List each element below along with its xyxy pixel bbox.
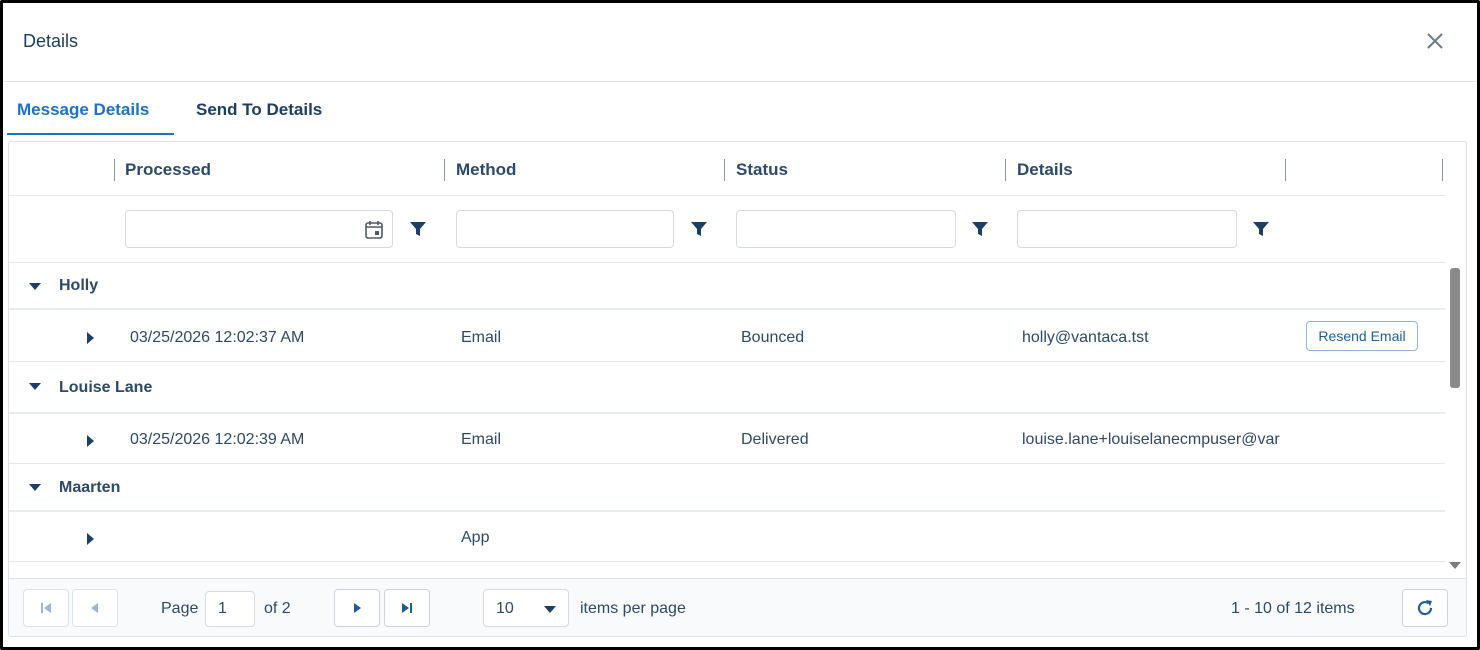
details-grid: Processed Method Status Details Holly 03… [8,141,1467,637]
filter-icon[interactable] [409,220,427,238]
collapse-group-icon[interactable] [29,283,41,290]
expand-row-icon[interactable] [87,435,94,447]
close-icon [1427,33,1443,49]
filter-icon[interactable] [1252,220,1270,238]
page-size-select[interactable]: 10 [483,589,569,627]
status-cell: Delivered [741,431,809,448]
items-per-page-label: items per page [580,600,686,617]
dialog-titlebar: Details [3,3,1477,82]
dialog-title: Details [23,31,79,51]
collapse-group-icon[interactable] [29,383,41,390]
page-count-label: of 2 [264,600,291,617]
column-resize-handle[interactable] [114,159,115,181]
page-label: Page [161,600,199,617]
column-resize-handle[interactable] [724,159,725,181]
column-resize-handle[interactable] [1285,159,1286,181]
details-dialog: Details Message Details Send To Details … [0,0,1480,650]
group-header-row[interactable]: Louise Lane [9,362,1445,414]
method-cell: App [461,529,490,546]
status-cell: Bounced [741,329,805,346]
column-header-method[interactable]: Method [456,160,516,180]
details-filter-input[interactable] [1017,210,1237,248]
grid-header: Processed Method Status Details [9,142,1445,196]
tab-send-to-details[interactable]: Send To Details [196,87,336,135]
details-cell: holly@vantaca.tst [1022,329,1149,346]
filter-row [9,196,1445,263]
processed-cell: 03/25/2026 12:02:39 AM [130,431,305,448]
column-header-details[interactable]: Details [1017,160,1073,180]
table-row[interactable]: App [9,512,1445,562]
page-number-input[interactable] [205,591,255,627]
refresh-icon [1417,600,1433,616]
previous-page-icon [91,603,98,613]
method-cell: Email [461,431,502,448]
tab-strip: Message Details Send To Details [3,87,1477,135]
details-cell: louise.lane+louiselanecmpuser@var [1022,431,1280,448]
processed-cell: 03/25/2026 12:02:37 AM [130,329,305,346]
chevron-down-icon [544,606,556,613]
expand-row-icon[interactable] [87,332,94,344]
filter-icon[interactable] [690,220,708,238]
refresh-button[interactable] [1402,589,1448,627]
collapse-group-icon[interactable] [29,484,41,491]
pager-summary: 1 - 10 of 12 items [1231,600,1355,617]
next-page-button[interactable] [334,589,380,627]
method-cell: Email [461,329,502,346]
group-header-row[interactable]: Holly [9,264,1445,310]
page-size-value: 10 [496,600,514,617]
first-page-icon [41,603,51,613]
column-resize-handle[interactable] [1442,159,1443,181]
resend-email-button[interactable]: Resend Email [1306,321,1418,351]
column-resize-handle[interactable] [1005,159,1006,181]
expand-row-icon[interactable] [87,533,94,545]
grid-body: Holly 03/25/2026 12:02:37 AM Email Bounc… [9,264,1445,562]
next-page-icon [354,603,361,613]
vertical-scrollbar[interactable] [1445,264,1465,578]
group-label: Holly [59,277,99,294]
processed-date-filter[interactable] [125,210,393,248]
table-row[interactable]: 03/25/2026 12:02:37 AM Email Bounced hol… [9,310,1445,362]
column-resize-handle[interactable] [444,159,445,181]
group-header-row[interactable]: Maarten [9,464,1445,512]
method-filter-input[interactable] [456,210,674,248]
scroll-down-arrow-icon[interactable] [1449,562,1461,569]
group-label: Louise Lane [59,379,153,396]
last-page-icon [402,603,412,613]
previous-page-button[interactable] [72,589,118,627]
column-header-processed[interactable]: Processed [125,160,211,180]
pager: Page of 2 10 items per page 1 - 10 of 12… [9,578,1466,636]
calendar-icon[interactable] [364,220,384,240]
table-row[interactable]: 03/25/2026 12:02:39 AM Email Delivered l… [9,414,1445,464]
group-label: Maarten [59,479,121,496]
last-page-button[interactable] [384,589,430,627]
close-button[interactable] [1421,27,1449,55]
filter-icon[interactable] [971,220,989,238]
scrollbar-thumb[interactable] [1450,268,1460,388]
tab-message-details[interactable]: Message Details [7,87,174,135]
status-filter-input[interactable] [736,210,956,248]
column-header-status[interactable]: Status [736,160,788,180]
first-page-button[interactable] [23,589,69,627]
